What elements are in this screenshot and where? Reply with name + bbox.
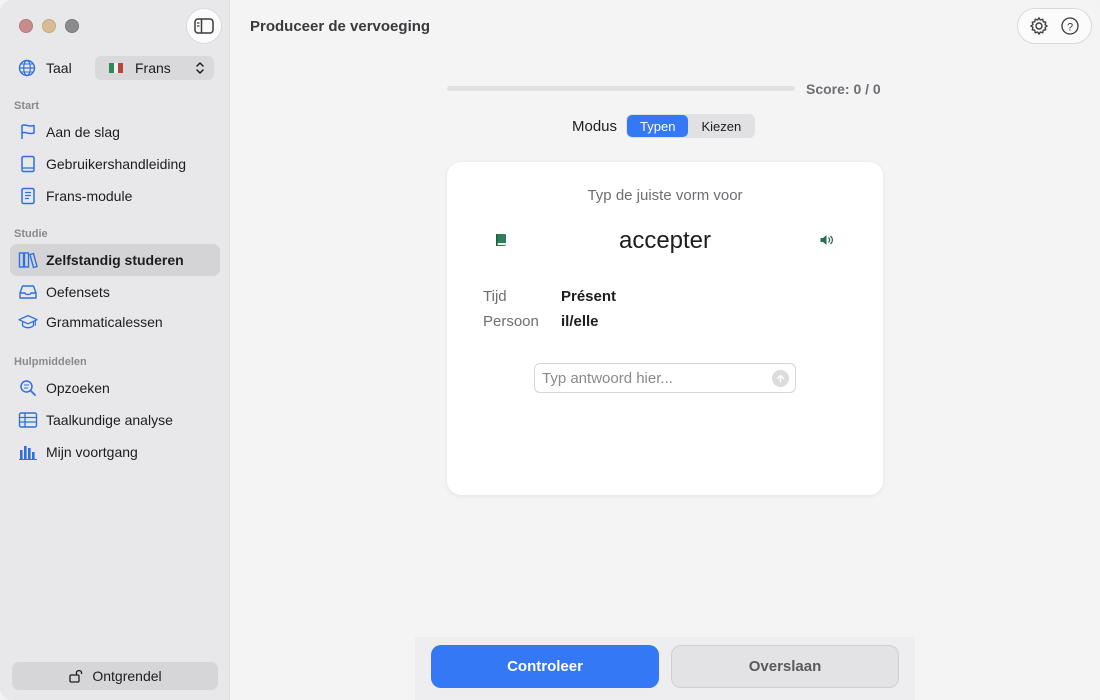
minimize-window-button[interactable] — [42, 19, 56, 33]
sidebar-item-gebruikershandleiding[interactable]: Gebruikershandleiding — [10, 148, 220, 180]
tense-value: Présent — [561, 288, 617, 305]
mode-segmented-control: Typen Kiezen — [626, 114, 756, 138]
gear-icon[interactable] — [1029, 16, 1049, 36]
language-value: Frans — [135, 60, 171, 76]
sidebar-item-label: Zelfstandig studeren — [46, 252, 184, 268]
main-content: Produceer de vervoeging ? Score: 0 / 0 M… — [231, 0, 1100, 700]
sidebar-item-grammaticalessen[interactable]: Grammaticalessen — [10, 306, 220, 338]
answer-field — [534, 363, 796, 393]
chevron-up-down-icon — [196, 62, 204, 74]
progress-bar — [447, 86, 795, 91]
tray-icon — [18, 282, 38, 302]
flag-icon — [109, 63, 124, 73]
section-title-start: Start — [14, 100, 40, 112]
language-label: Taal — [46, 60, 72, 76]
sidebar-item-aan-de-slag[interactable]: Aan de slag — [10, 116, 220, 148]
sidebar: Taal Frans Start Aan de slag Gebruikersh… — [0, 0, 230, 700]
book-icon — [18, 154, 38, 174]
mode-option-kiezen[interactable]: Kiezen — [688, 115, 754, 137]
bar-chart-icon — [18, 442, 38, 462]
answer-input[interactable] — [542, 369, 762, 387]
mode-label: Modus — [572, 117, 618, 135]
section-title-hulpmiddelen: Hulpmiddelen — [14, 356, 87, 368]
sidebar-item-label: Mijn voortgang — [46, 444, 138, 460]
document-icon — [18, 186, 38, 206]
sidebar-item-taalkundige-analyse[interactable]: Taalkundige analyse — [10, 404, 220, 436]
sidebar-item-frans-module[interactable]: Frans-module — [10, 180, 220, 212]
svg-text:?: ? — [1067, 21, 1073, 33]
skip-button[interactable]: Overslaan — [671, 645, 899, 688]
sidebar-item-label: Oefensets — [46, 284, 110, 300]
person-label: Persoon — [483, 313, 539, 330]
score-label: Score: 0 / 0 — [806, 81, 881, 97]
zoom-window-button[interactable] — [65, 19, 79, 33]
unlock-icon — [68, 668, 84, 684]
sidebar-item-label: Opzoeken — [46, 380, 110, 396]
person-row: Persoon il/elle — [483, 313, 599, 330]
sidebar-toggle-button[interactable] — [186, 8, 222, 44]
mode-row: Modus Typen Kiezen — [572, 114, 756, 138]
speaker-icon[interactable] — [819, 233, 835, 252]
sidebar-item-label: Aan de slag — [46, 124, 120, 140]
exercise-card: Typ de juiste vorm voor accepter Tijd Pr… — [447, 162, 883, 495]
sidebar-item-opzoeken[interactable]: Opzoeken — [10, 372, 220, 404]
sidebar-item-label: Grammaticalessen — [46, 314, 163, 330]
toolbar-actions: ? — [1017, 8, 1092, 44]
submit-arrow-icon[interactable] — [772, 370, 789, 387]
close-window-button[interactable] — [19, 19, 33, 33]
sidebar-item-label: Gebruikershandleiding — [46, 156, 187, 172]
magnifier-icon — [18, 378, 38, 398]
mode-option-typen[interactable]: Typen — [627, 115, 689, 137]
language-select[interactable]: Frans — [95, 56, 214, 80]
unlock-label: Ontgrendel — [92, 668, 162, 684]
section-title-studie: Studie — [14, 228, 48, 240]
sidebar-item-mijn-voortgang[interactable]: Mijn voortgang — [10, 436, 220, 468]
prompt-text: Typ de juiste vorm voor — [587, 187, 743, 204]
page-title: Produceer de vervoeging — [250, 18, 431, 35]
tense-label: Tijd — [483, 288, 507, 305]
books-icon — [18, 250, 38, 270]
verb-text: accepter — [618, 227, 712, 254]
tense-row: Tijd Présent — [483, 288, 616, 305]
table-icon — [18, 410, 38, 430]
globe-icon — [18, 59, 36, 77]
sidebar-item-zelfstandig-studeren[interactable]: Zelfstandig studeren — [10, 244, 220, 276]
sidebar-item-label: Taalkundige analyse — [46, 412, 173, 428]
sidebar-item-label: Frans-module — [46, 188, 133, 204]
help-icon[interactable]: ? — [1060, 16, 1080, 36]
person-value: il/elle — [561, 313, 599, 330]
check-button[interactable]: Controleer — [431, 645, 659, 688]
window-controls — [19, 19, 79, 33]
flag-icon — [18, 122, 38, 142]
sidebar-item-oefensets[interactable]: Oefensets — [10, 276, 220, 308]
app-window: Taal Frans Start Aan de slag Gebruikersh… — [0, 0, 1100, 700]
sidebar-toggle-icon — [194, 18, 214, 34]
unlock-button[interactable]: Ontgrendel — [12, 662, 218, 690]
language-row: Taal Frans — [18, 56, 214, 80]
graduation-cap-icon — [18, 312, 38, 332]
verb-row: accepter — [447, 226, 883, 258]
